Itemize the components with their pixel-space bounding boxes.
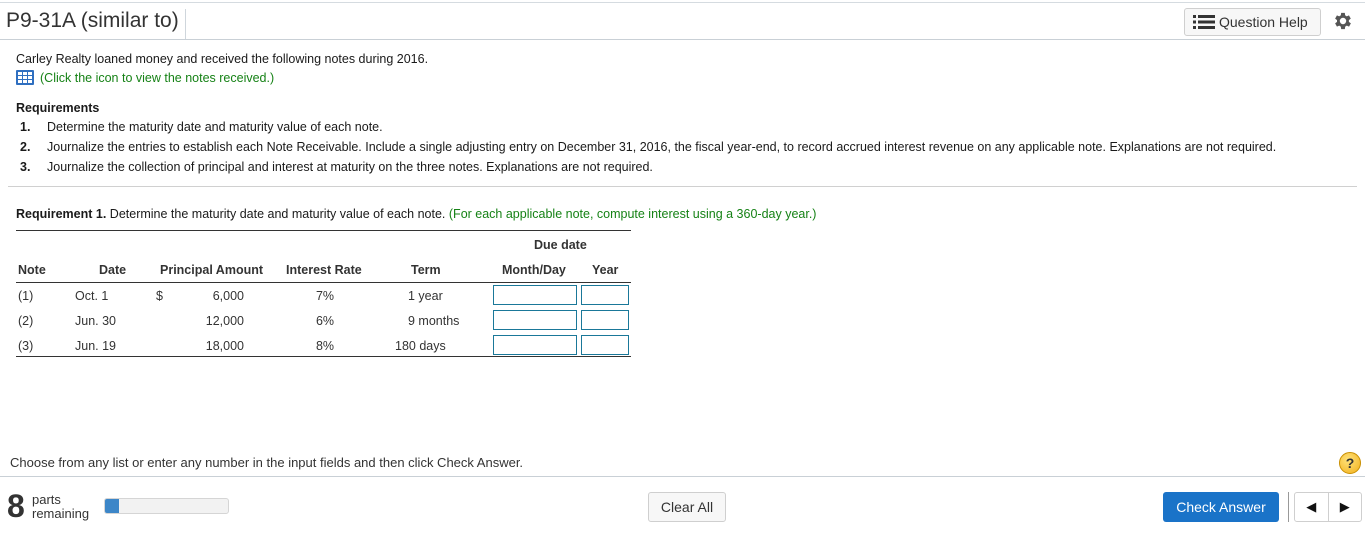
- currency-cell: $: [156, 289, 163, 303]
- parts-label-line1: parts: [32, 492, 61, 507]
- problem-intro: Carley Realty loaned money and received …: [16, 52, 429, 66]
- col-header-note: Note: [18, 263, 46, 277]
- page-title: P9-31A (similar to): [6, 9, 186, 39]
- list-icon: [1193, 15, 1215, 29]
- requirement-1-label: Requirement 1.: [16, 207, 107, 221]
- due-date-header: Due date: [534, 238, 587, 252]
- clear-all-button[interactable]: Clear All: [648, 492, 726, 522]
- col-header-year: Year: [592, 263, 619, 277]
- term-cell: 9 months: [408, 314, 460, 328]
- col-header-term: Term: [411, 263, 441, 277]
- view-notes-link[interactable]: (Click the icon to view the notes receiv…: [16, 70, 274, 85]
- table-bottom-border: [16, 356, 631, 357]
- check-answer-button[interactable]: Check Answer: [1163, 492, 1279, 522]
- table-grid-icon[interactable]: [16, 70, 34, 85]
- question-help-label: Question Help: [1219, 14, 1308, 30]
- requirement-1-hint: (For each applicable note, compute inter…: [448, 207, 817, 221]
- question-help-button[interactable]: Question Help: [1184, 8, 1321, 36]
- header-divider: [16, 282, 631, 283]
- requirement-text: Journalize the entries to establish each…: [47, 140, 1277, 154]
- note-cell: (1): [18, 289, 34, 303]
- principal-cell: 6,000: [212, 289, 244, 303]
- parts-remaining-count: 8: [7, 488, 25, 524]
- col-header-rate: Interest Rate: [286, 263, 362, 277]
- parts-label-line2: remaining: [32, 506, 90, 521]
- requirement-text: Determine the maturity date and maturity…: [47, 120, 383, 134]
- right-arrow-icon: ▶: [1339, 499, 1350, 514]
- col-header-date: Date: [99, 263, 127, 277]
- month-day-input[interactable]: [493, 335, 577, 355]
- button-divider: [1288, 492, 1289, 522]
- progress-bar: [104, 498, 229, 514]
- date-cell: Jun. 30: [75, 314, 117, 328]
- note-cell: (3): [18, 339, 34, 353]
- year-input[interactable]: [581, 335, 629, 355]
- divider: [8, 186, 1357, 187]
- requirement-item: 2. Journalize the entries to establish e…: [20, 140, 1276, 160]
- requirements-list: 1. Determine the maturity date and matur…: [20, 120, 1276, 180]
- requirement-number: 1.: [20, 120, 31, 134]
- term-cell: 180 days: [395, 339, 446, 353]
- month-day-input[interactable]: [493, 285, 577, 305]
- requirement-item: 1. Determine the maturity date and matur…: [20, 120, 1276, 140]
- col-header-month-day: Month/Day: [502, 263, 566, 277]
- note-cell: (2): [18, 314, 34, 328]
- principal-cell: 18,000: [205, 339, 244, 353]
- requirement-text: Journalize the collection of principal a…: [47, 160, 653, 174]
- progress-fill: [105, 499, 119, 513]
- date-cell: Oct. 1: [75, 289, 109, 303]
- rate-cell: 6%: [315, 314, 335, 328]
- requirements-title: Requirements: [16, 101, 100, 115]
- previous-button[interactable]: ◀: [1295, 493, 1328, 521]
- requirement-item: 3. Journalize the collection of principa…: [20, 160, 1276, 180]
- year-input[interactable]: [581, 310, 629, 330]
- gear-icon[interactable]: [1332, 10, 1354, 32]
- rate-cell: 8%: [315, 339, 335, 353]
- requirement-1-prompt: Requirement 1. Determine the maturity da…: [16, 207, 816, 221]
- col-header-principal: Principal Amount: [160, 263, 264, 277]
- date-cell: Jun. 19: [75, 339, 117, 353]
- term-cell: 1 year: [408, 289, 443, 303]
- question-nav: ◀ ▶: [1294, 492, 1362, 522]
- left-arrow-icon: ◀: [1306, 499, 1317, 514]
- header: P9-31A (similar to) Question Help: [0, 3, 1365, 40]
- year-input[interactable]: [581, 285, 629, 305]
- parts-remaining-label: parts remaining: [32, 493, 89, 521]
- principal-cell: 12,000: [205, 314, 244, 328]
- requirement-number: 2.: [20, 140, 31, 154]
- footer-divider: [0, 476, 1365, 477]
- rate-cell: 7%: [315, 289, 335, 303]
- requirement-number: 3.: [20, 160, 31, 174]
- table-top-border: [16, 230, 631, 231]
- instruction-text: Choose from any list or enter any number…: [10, 455, 524, 470]
- requirement-1-text: Determine the maturity date and maturity…: [109, 207, 446, 221]
- month-day-input[interactable]: [493, 310, 577, 330]
- help-icon[interactable]: ?: [1339, 452, 1361, 474]
- view-notes-text[interactable]: (Click the icon to view the notes receiv…: [40, 71, 274, 85]
- next-button[interactable]: ▶: [1327, 493, 1362, 521]
